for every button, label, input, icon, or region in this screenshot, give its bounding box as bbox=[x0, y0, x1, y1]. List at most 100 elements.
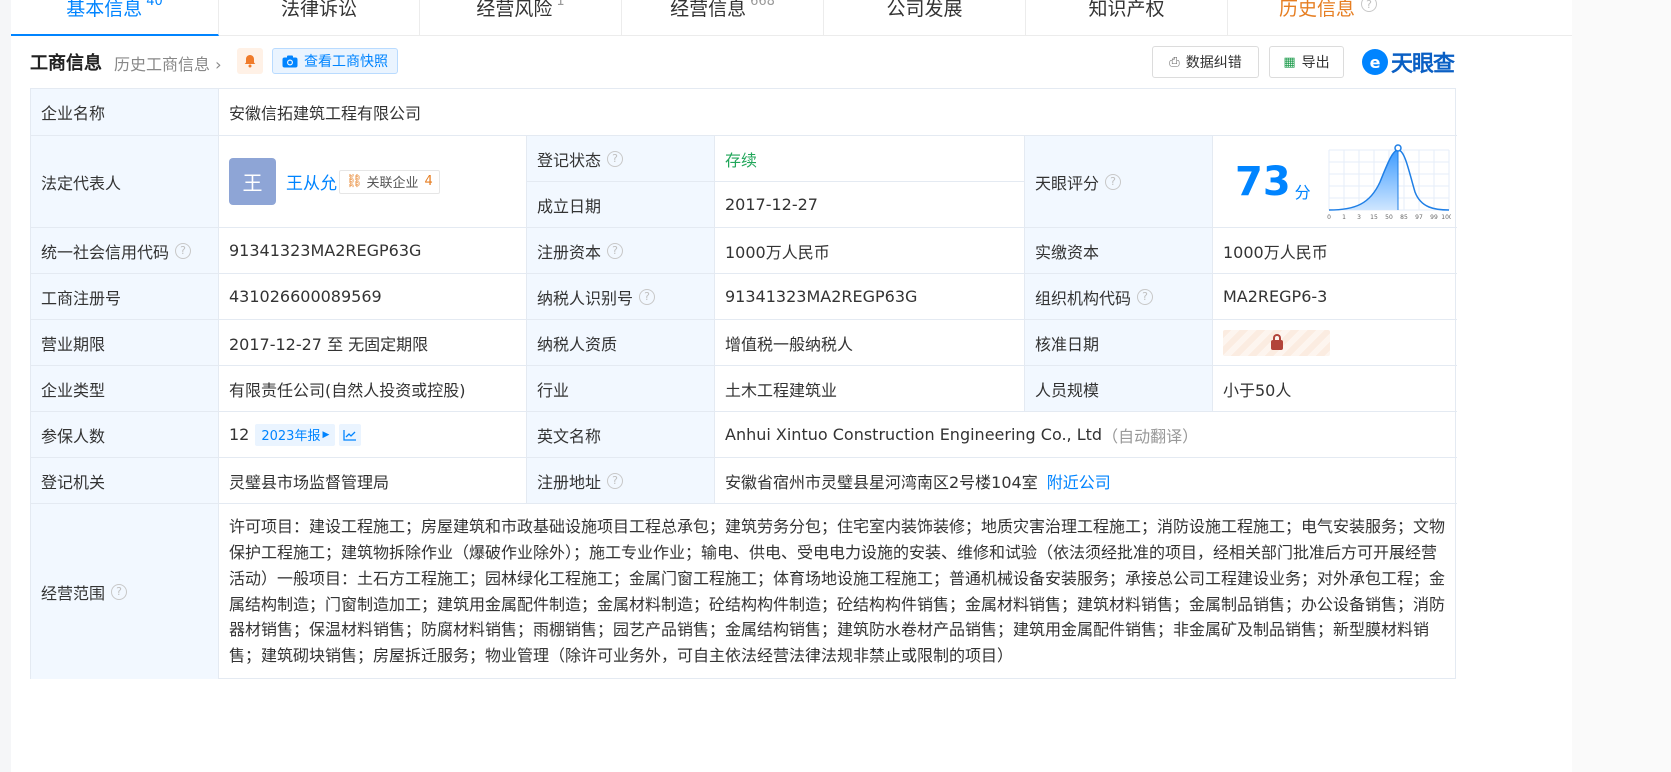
nearby-companies-link[interactable]: 附近公司 bbox=[1047, 469, 1111, 493]
label-industry: 行业 bbox=[527, 366, 715, 412]
section-title: 工商信息 bbox=[30, 53, 102, 74]
help-icon[interactable]: ? bbox=[1137, 288, 1154, 305]
value-taxpayer-qual: 增值税一般纳税人 bbox=[715, 320, 1025, 366]
svg-text:100: 100 bbox=[1441, 214, 1451, 221]
value-english-name: Anhui Xintuo Construction Engineering Co… bbox=[715, 412, 1457, 458]
score-distribution-chart: 0 1 3 15 50 85 97 99 100 bbox=[1327, 143, 1451, 221]
bell-icon[interactable] bbox=[237, 48, 263, 74]
tianyancha-logo: e 天眼查 bbox=[1362, 47, 1455, 77]
line-chart-shape bbox=[343, 429, 357, 441]
chevron-right-icon: › bbox=[215, 55, 222, 74]
label-reg-authority: 登记机关 bbox=[31, 458, 219, 504]
logo-mark-icon: e bbox=[1362, 49, 1388, 75]
label-paid-capital: 实缴资本 bbox=[1025, 228, 1213, 274]
label-tianyan-score: 天眼评分? bbox=[1025, 136, 1213, 228]
value-approval-date bbox=[1213, 320, 1457, 366]
value-credit-code: 91341323MA2REGP63G bbox=[219, 228, 527, 274]
label-reg-capital: 注册资本? bbox=[527, 228, 715, 274]
tab-development[interactable]: 公司发展 bbox=[824, 0, 1026, 36]
svg-text:0: 0 bbox=[1327, 214, 1331, 221]
value-taxpayer-id: 91341323MA2REGP63G bbox=[715, 274, 1025, 320]
svg-text:97: 97 bbox=[1415, 214, 1423, 221]
label-reg-no: 工商注册号 bbox=[31, 274, 219, 320]
label-legal-rep: 法定代表人 bbox=[31, 136, 219, 228]
data-correct-button[interactable]: ⎙ 数据纠错 bbox=[1152, 46, 1259, 78]
value-org-code: MA2REGP6-3 bbox=[1213, 274, 1457, 320]
label-business-scope: 经营范围? bbox=[31, 504, 219, 679]
help-icon[interactable]: ? bbox=[175, 242, 192, 259]
network-icon: ⛓ bbox=[346, 174, 363, 189]
value-company-type: 有限责任公司(自然人投资或控股) bbox=[219, 366, 527, 412]
label-credit-code: 统一社会信用代码? bbox=[31, 228, 219, 274]
help-icon[interactable]: ? bbox=[111, 583, 128, 600]
svg-text:15: 15 bbox=[1370, 214, 1378, 221]
value-industry: 土木工程建筑业 bbox=[715, 366, 1025, 412]
label-reg-status: 登记状态? bbox=[527, 136, 715, 182]
value-insured: 12 2023年报 ▶ bbox=[219, 412, 527, 458]
svg-text:85: 85 bbox=[1400, 214, 1408, 221]
label-taxpayer-qual: 纳税人资质 bbox=[527, 320, 715, 366]
section-header: 工商信息 历史工商信息 › 查看工商快照 ⎙ 数据纠错 ▦ 导出 e 天眼查 bbox=[30, 46, 1460, 80]
value-reg-no: 431026600089569 bbox=[219, 274, 527, 320]
history-link[interactable]: 历史工商信息 › bbox=[114, 51, 222, 75]
help-icon[interactable]: ? bbox=[607, 472, 624, 489]
value-business-scope: 许可项目：建设工程施工；房屋建筑和市政基础设施项目工程总承包；建筑劳务分包；住宅… bbox=[229, 517, 1446, 666]
tab-history[interactable]: 历史信息? bbox=[1228, 0, 1428, 36]
help-icon[interactable]: ? bbox=[607, 242, 624, 259]
lock-icon bbox=[1270, 333, 1283, 350]
svg-text:1: 1 bbox=[1342, 214, 1346, 221]
label-insured: 参保人数 bbox=[31, 412, 219, 458]
snapshot-button[interactable]: 查看工商快照 bbox=[272, 48, 398, 74]
related-companies-tag[interactable]: ⛓ 关联企业 4 bbox=[339, 169, 440, 194]
label-staff-size: 人员规模 bbox=[1025, 366, 1213, 412]
value-reg-status: 存续 bbox=[715, 136, 1025, 182]
svg-text:50: 50 bbox=[1385, 214, 1393, 221]
score-number: 73 bbox=[1235, 158, 1291, 205]
edit-doc-icon: ⎙ bbox=[1169, 54, 1180, 70]
tab-ip[interactable]: 知识产权 bbox=[1026, 0, 1228, 36]
value-paid-capital: 1000万人民币 bbox=[1213, 228, 1457, 274]
annual-report-tag[interactable]: 2023年报 ▶ bbox=[255, 423, 336, 446]
help-icon[interactable]: ? bbox=[607, 150, 624, 167]
value-legal-rep: 王 王从允 ⛓ 关联企业 4 bbox=[219, 136, 527, 228]
excel-icon: ▦ bbox=[1283, 54, 1296, 70]
value-tianyan-score[interactable]: 73 分 0 1 3 15 50 85 97 99 100 bbox=[1213, 136, 1457, 228]
value-staff-size: 小于50人 bbox=[1213, 366, 1457, 412]
label-taxpayer-id: 纳税人识别号? bbox=[527, 274, 715, 320]
svg-text:3: 3 bbox=[1357, 214, 1361, 221]
legal-rep-link[interactable]: 王从允 bbox=[286, 169, 337, 194]
value-reg-authority: 灵璧县市场监督管理局 bbox=[219, 458, 527, 504]
avatar[interactable]: 王 bbox=[229, 158, 276, 205]
label-approval-date: 核准日期 bbox=[1025, 320, 1213, 366]
caret-right-icon: ▶ bbox=[322, 429, 330, 440]
label-org-code: 组织机构代码? bbox=[1025, 274, 1213, 320]
label-company-name: 企业名称 bbox=[31, 89, 219, 136]
main-panel: 基本信息 40 法律诉讼 经营风险 1 经营信息 668 公司发展 知识产权 历史信息… bbox=[11, 0, 1572, 772]
value-founded: 2017-12-27 bbox=[715, 182, 1025, 228]
value-term: 2017-12-27 至 无固定期限 bbox=[219, 320, 527, 366]
label-company-type: 企业类型 bbox=[31, 366, 219, 412]
bell-shape bbox=[244, 55, 256, 68]
help-icon[interactable]: ? bbox=[1361, 0, 1377, 12]
help-icon[interactable]: ? bbox=[1105, 173, 1122, 190]
tab-risk[interactable]: 经营风险 1 bbox=[420, 0, 622, 36]
value-reg-capital: 1000万人民币 bbox=[715, 228, 1025, 274]
value-company-name: 安徽信拓建筑工程有限公司 bbox=[219, 89, 1457, 136]
info-table: 企业名称 安徽信拓建筑工程有限公司 法定代表人 王 王从允 ⛓ 关联企业 4 登记状… bbox=[30, 88, 1457, 679]
export-button[interactable]: ▦ 导出 bbox=[1269, 46, 1344, 78]
label-term: 营业期限 bbox=[31, 320, 219, 366]
tab-legal[interactable]: 法律诉讼 bbox=[219, 0, 420, 36]
value-reg-address: 安徽省宿州市灵璧县星河湾南区2号楼104室 附近公司 bbox=[715, 458, 1457, 504]
tab-operation[interactable]: 经营信息 668 bbox=[622, 0, 824, 36]
tab-basic-info[interactable]: 基本信息 40 bbox=[11, 0, 219, 36]
label-english-name: 英文名称 bbox=[527, 412, 715, 458]
label-founded: 成立日期 bbox=[527, 182, 715, 228]
label-reg-address: 注册地址? bbox=[527, 458, 715, 504]
svg-text:99: 99 bbox=[1430, 214, 1438, 221]
trend-chart-icon[interactable] bbox=[339, 423, 362, 446]
section-tabs: 基本信息 40 法律诉讼 经营风险 1 经营信息 668 公司发展 知识产权 历史信息… bbox=[11, 0, 1572, 36]
help-icon[interactable]: ? bbox=[639, 288, 656, 305]
right-gutter bbox=[1572, 0, 1671, 772]
camera-icon bbox=[282, 55, 298, 67]
locked-value[interactable] bbox=[1223, 329, 1330, 356]
